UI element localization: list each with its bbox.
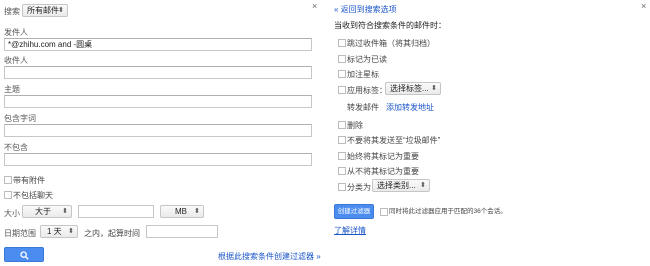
to-label: 收件人 [4, 56, 28, 65]
has-words-label: 包含字词 [4, 114, 36, 123]
no-chats-label: 不包括聊天 [13, 191, 53, 200]
always-important-checkbox[interactable] [338, 152, 346, 160]
add-forward-address-link[interactable]: 添加转发地址 [386, 102, 434, 113]
skip-inbox-label: 跳过收件箱（将其归档） [347, 39, 435, 48]
mark-read-checkbox[interactable] [338, 55, 346, 63]
search-icon [20, 251, 29, 260]
to-input[interactable] [4, 66, 312, 79]
date-range-suffix: 之内，起算时间 [84, 229, 140, 238]
star-label: 加注星标 [347, 70, 379, 79]
learn-more-link[interactable]: 了解详情 [334, 225, 366, 236]
search-button[interactable] [4, 247, 44, 262]
label-select[interactable]: 选择标签... ⬍ [385, 82, 441, 95]
size-operator-select[interactable]: 大于 ⬍ [22, 205, 72, 218]
chevron-updown-icon: ⬍ [431, 85, 437, 92]
no-words-label: 不包含 [4, 143, 28, 152]
has-words-input[interactable] [4, 124, 312, 137]
apply-label-label: 应用标签： [347, 86, 387, 95]
search-scope-value: 所有邮件 [27, 6, 59, 15]
close-icon[interactable]: × [312, 2, 317, 11]
close-icon[interactable]: × [641, 2, 646, 11]
never-spam-checkbox[interactable] [338, 136, 346, 144]
never-important-label: 从不将其标记为重要 [347, 167, 419, 176]
date-start-input[interactable] [146, 225, 218, 238]
has-attachment-label: 带有附件 [13, 176, 45, 185]
never-important-checkbox[interactable] [338, 167, 346, 175]
skip-inbox-checkbox[interactable] [338, 39, 346, 47]
size-unit-value: MB [175, 207, 187, 216]
chevron-updown-icon: ⬍ [68, 228, 74, 235]
size-unit-select[interactable]: MB ⬍ [160, 205, 204, 218]
filter-actions-panel: × « 返回到搜索选项 当收到符合搜索条件的邮件时： 跳过收件箱（将其归档） 标… [332, 0, 650, 266]
categorize-checkbox[interactable] [338, 183, 346, 191]
category-select[interactable]: 选择类别... ⬍ [372, 179, 430, 192]
label-select-value: 选择标签... [390, 84, 429, 93]
filter-heading: 当收到符合搜索条件的邮件时： [334, 21, 446, 30]
apply-existing-label: 同时将此过滤器应用于匹配的36个会话。 [389, 208, 507, 215]
star-checkbox[interactable] [338, 70, 346, 78]
date-range-select[interactable]: 1 天 ⬍ [40, 225, 78, 238]
never-spam-label: 不要将其发送至“垃圾邮件” [347, 136, 441, 145]
subject-label: 主题 [4, 85, 20, 94]
back-to-search-link[interactable]: « 返回到搜索选项 [334, 4, 397, 15]
create-filter-link[interactable]: 根据此搜索条件创建过滤器 » [218, 251, 321, 262]
chevron-updown-icon: ⬍ [420, 182, 426, 189]
has-attachment-checkbox[interactable] [4, 176, 12, 184]
chevron-updown-icon: ⬍ [58, 7, 64, 14]
subject-input[interactable] [4, 95, 312, 108]
no-chats-checkbox[interactable] [4, 191, 12, 199]
size-label: 大小 [4, 209, 20, 218]
always-important-label: 始终将其标记为重要 [347, 152, 419, 161]
size-operator-value: 大于 [35, 207, 51, 216]
search-scope-select[interactable]: 所有邮件 ⬍ [22, 4, 68, 17]
delete-label: 删除 [347, 121, 363, 130]
date-range-value: 1 天 [47, 227, 62, 236]
from-label: 发件人 [4, 28, 28, 37]
search-label: 搜索 [4, 7, 20, 16]
category-select-value: 选择类别... [377, 181, 416, 190]
search-options-panel: × 搜索 所有邮件 ⬍ 发件人 *@zhihu.com and -圆桌 收件人 … [0, 0, 321, 266]
size-input[interactable] [78, 205, 154, 218]
chevron-updown-icon: ⬍ [194, 208, 200, 215]
create-filter-button[interactable]: 创建过滤器 [334, 204, 374, 219]
forward-label: 转发邮件 [347, 103, 379, 112]
apply-existing-checkbox[interactable] [380, 208, 388, 216]
delete-checkbox[interactable] [338, 121, 346, 129]
chevron-updown-icon: ⬍ [62, 208, 68, 215]
date-range-label: 日期范围 [4, 229, 36, 238]
no-words-input[interactable] [4, 153, 312, 166]
mark-read-label: 标记为已读 [347, 55, 387, 64]
apply-label-checkbox[interactable] [338, 86, 346, 94]
from-input[interactable]: *@zhihu.com and -圆桌 [4, 38, 312, 51]
